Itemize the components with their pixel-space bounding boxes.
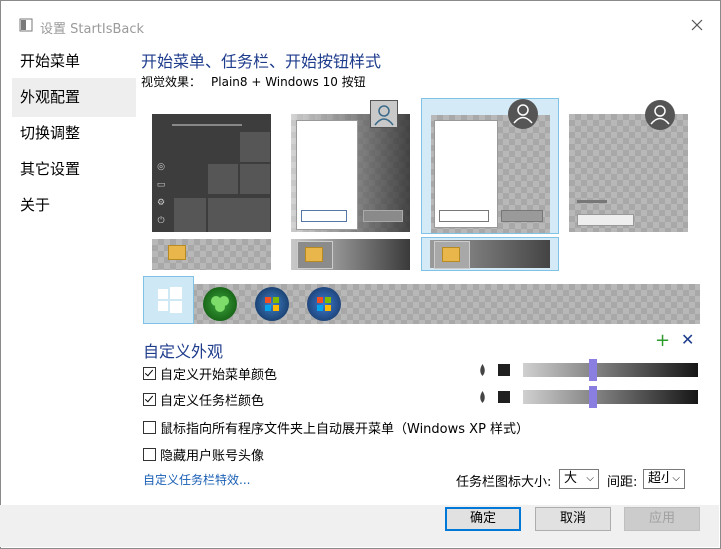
slider-thumb[interactable] (589, 359, 597, 381)
slider-thumb[interactable] (589, 386, 597, 408)
user-icon (645, 100, 675, 130)
checkbox-label: 鼠标指向所有程序文件夹上自动展开菜单（Windows XP 样式） (160, 422, 530, 437)
add-icon[interactable]: + (655, 330, 670, 351)
menu-style-thumb-2[interactable] (291, 100, 410, 232)
sidebar: 开始菜单 外观配置 切换调整 其它设置 关于 (12, 42, 136, 496)
sidebar-item-about[interactable]: 关于 (12, 186, 136, 225)
sidebar-item-other[interactable]: 其它设置 (12, 150, 136, 189)
windows7-flag-icon (265, 297, 279, 311)
remove-icon[interactable]: ✕ (681, 330, 694, 349)
orb-windows10-selected[interactable] (143, 276, 194, 324)
checkbox-label: 自定义开始菜单颜色 (160, 368, 278, 383)
checkbox-custom-taskbar-color[interactable]: 自定义任务栏颜色 (143, 390, 264, 409)
visual-effect-value: Plain8 + Windows 10 按钮 (211, 75, 366, 89)
taskbar-style-thumb-2[interactable] (291, 239, 410, 270)
folder-icon (168, 245, 186, 260)
side-icons: ◎ ▭ ⚙ ⏻ (156, 162, 166, 226)
checkbox-box[interactable] (143, 367, 156, 380)
window-title: 设置 StartIsBack (40, 22, 145, 37)
taskbar-color-swatch[interactable] (498, 391, 510, 403)
opacity-drop-icon[interactable] (478, 364, 487, 376)
taskbar-color-slider[interactable] (523, 386, 698, 408)
icon-size-value: 大 (564, 471, 578, 486)
orb-vista[interactable] (307, 287, 341, 321)
menu-color-swatch[interactable] (498, 364, 510, 376)
sidebar-item-appearance[interactable]: 外观配置 (12, 78, 136, 117)
apply-button[interactable]: 应用 (624, 507, 700, 531)
sidebar-item-switching[interactable]: 切换调整 (12, 114, 136, 153)
spacing-value: 超小 (648, 471, 670, 486)
icon-size-label: 任务栏图标大小: (456, 475, 552, 490)
taskbar-effects-link[interactable]: 自定义任务栏特效... (143, 471, 250, 488)
clover-icon (211, 296, 229, 312)
checkbox-label: 自定义任务栏颜色 (160, 394, 265, 409)
taskbar-style-thumb-3-selected[interactable] (421, 237, 559, 271)
folder-icon (442, 247, 460, 262)
user-icon (370, 100, 398, 128)
taskbar-style-thumb-1[interactable] (152, 239, 271, 270)
spacing-select[interactable]: 超小⌵ (643, 469, 685, 489)
chevron-down-icon: ⌵ (672, 473, 680, 484)
title-bar: 设置 StartIsBack (1, 1, 720, 37)
vista-flag-icon (317, 297, 331, 311)
menu-style-thumb-4[interactable] (569, 100, 688, 232)
checkbox-box[interactable] (143, 393, 156, 406)
visual-effect-label: 视觉效果： (141, 75, 202, 89)
custom-appearance-heading: 自定义外观 (143, 342, 224, 361)
chevron-down-icon: ⌵ (586, 473, 594, 484)
sidebar-item-start-menu[interactable]: 开始菜单 (12, 42, 136, 81)
visual-effect-line: 视觉效果： Plain8 + Windows 10 按钮 (141, 73, 366, 90)
cancel-button[interactable]: 取消 (535, 507, 611, 531)
appearance-heading: 开始菜单、任务栏、开始按钮样式 (141, 52, 382, 71)
checkbox-box[interactable] (143, 448, 156, 461)
icon-size-select[interactable]: 大 ⌵ (559, 469, 599, 489)
checkbox-custom-menu-color[interactable]: 自定义开始菜单颜色 (143, 364, 277, 383)
orb-windows7[interactable] (255, 287, 289, 321)
checkbox-label: 隐藏用户账号头像 (160, 449, 265, 464)
user-icon (508, 99, 538, 129)
app-icon (19, 18, 33, 32)
dialog-footer (0, 505, 719, 547)
opacity-drop-icon[interactable] (478, 391, 487, 403)
windows-logo-icon (158, 287, 182, 313)
checkbox-hide-avatar[interactable]: 隐藏用户账号头像 (143, 445, 264, 464)
folder-icon (305, 247, 323, 262)
start-button-strip (143, 276, 700, 324)
close-icon[interactable] (690, 18, 704, 32)
orb-clover[interactable] (203, 287, 237, 321)
spacing-label: 间距: (607, 475, 638, 490)
ok-button[interactable]: 确定 (445, 507, 521, 531)
menu-color-slider[interactable] (523, 359, 698, 381)
checkbox-box[interactable] (143, 421, 156, 434)
checkbox-auto-expand[interactable]: 鼠标指向所有程序文件夹上自动展开菜单（Windows XP 样式） (143, 418, 529, 437)
menu-style-thumb-3-selected[interactable] (421, 98, 559, 234)
menu-style-thumb-1[interactable]: ◎ ▭ ⚙ ⏻ (152, 114, 271, 232)
